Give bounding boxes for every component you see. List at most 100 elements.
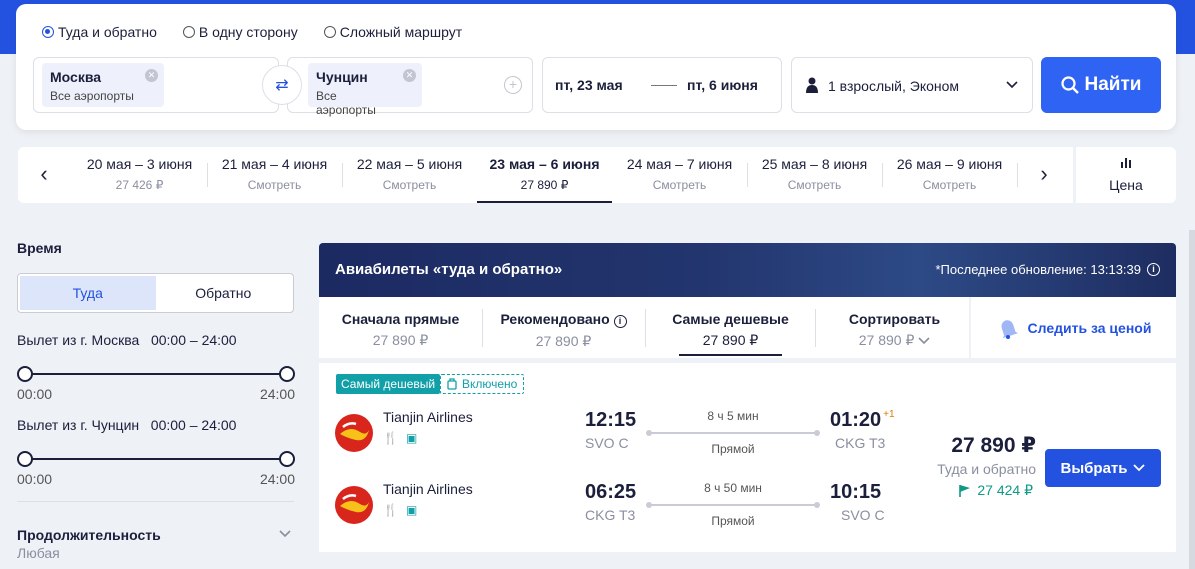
- ticket-card: Самый дешевый Включено Tianjin Airlines …: [319, 363, 1176, 552]
- entertainment-icon: ▣: [405, 431, 418, 445]
- slider-handle-min[interactable]: [17, 451, 33, 467]
- radio-dot: [182, 26, 195, 38]
- last-update: *Последнее обновление: 13:13:39 i: [935, 262, 1160, 277]
- slider-min-label: 00:00: [17, 471, 53, 487]
- clear-origin-icon[interactable]: ✕: [145, 69, 158, 82]
- departure-moscow-label: Вылет из г. Москва 00:00 – 24:00: [17, 332, 237, 348]
- date-option[interactable]: 20 мая – 3 июня 27 426 ₽: [72, 147, 207, 203]
- slider-min-label: 00:00: [17, 386, 53, 402]
- date-option[interactable]: 26 мая – 9 июня Смотреть: [882, 147, 1017, 203]
- next-dates-chevron-icon[interactable]: ›: [1032, 161, 1056, 187]
- duration-filter-title[interactable]: Продолжительность: [17, 527, 161, 543]
- swap-cities-button[interactable]: ⇄: [262, 65, 302, 105]
- departure-chongqing-label: Вылет из г. Чунцин 00:00 – 24:00: [17, 417, 237, 433]
- passengers-value: 1 взрослый, Эконом: [828, 78, 960, 94]
- direction-toggle: Туда Обратно: [17, 273, 294, 313]
- scrollbar[interactable]: [1189, 230, 1195, 569]
- sort-cheapest[interactable]: Самые дешевые 27 890 ₽: [649, 297, 812, 358]
- add-city-icon[interactable]: +: [504, 76, 522, 94]
- segment-return: Tianjin Airlines 🍴 ▣ 06:25 CKG T3 8 ч 50 …: [319, 481, 919, 541]
- arrival-time: 10:15: [830, 481, 882, 503]
- cheapest-badge: Самый дешевый: [336, 374, 441, 394]
- bar-chart-icon: [1121, 158, 1131, 168]
- passengers-field[interactable]: 1 взрослый, Эконом: [791, 57, 1033, 113]
- tab-outbound[interactable]: Туда: [20, 276, 156, 310]
- baggage-icon: [447, 378, 457, 390]
- stops-label: Прямой: [711, 442, 755, 456]
- find-button[interactable]: Найти: [1041, 57, 1161, 113]
- destination-chip[interactable]: Чунцин Все аэропорты ✕: [308, 63, 422, 117]
- price-chart-button[interactable]: Цена: [1076, 147, 1176, 203]
- chevron-down-icon[interactable]: [279, 530, 291, 538]
- filters-panel: Время Туда Обратно Вылет из г. Москва 00…: [17, 240, 297, 561]
- slider-max-label: 24:00: [259, 386, 295, 402]
- entertainment-icon: ▣: [405, 503, 418, 517]
- origin-field[interactable]: Москва Все аэропорты ✕: [33, 57, 279, 113]
- meal-icon: 🍴: [383, 503, 398, 517]
- dates-field[interactable]: пт, 23 мая пт, 6 июня: [542, 57, 782, 113]
- slider-max-label: 24:00: [259, 471, 295, 487]
- radio-round-trip[interactable]: Туда и обратно: [42, 24, 157, 40]
- date-option-selected[interactable]: 23 мая – 6 июня 27 890 ₽: [477, 147, 612, 203]
- destination-field[interactable]: Чунцин Все аэропорты ✕ +: [287, 57, 533, 117]
- alt-price[interactable]: 27 424 ₽: [959, 482, 1033, 499]
- departure-time: 12:15: [585, 409, 637, 431]
- chevron-down-icon: [1133, 464, 1146, 472]
- tianjin-airlines-logo-icon: [335, 486, 373, 524]
- radio-one-way[interactable]: В одну сторону: [182, 24, 298, 40]
- tab-return[interactable]: Обратно: [156, 276, 292, 310]
- departure-airport: SVO C: [585, 435, 629, 451]
- slider-handle-min[interactable]: [17, 366, 33, 382]
- search-icon: [1060, 76, 1079, 94]
- price-type: Туда и обратно: [937, 461, 1036, 477]
- chevron-down-icon: [1006, 81, 1018, 89]
- date-option[interactable]: 25 мая – 8 июня Смотреть: [747, 147, 882, 203]
- clear-destination-icon[interactable]: ✕: [403, 69, 416, 82]
- chevron-down-icon: [918, 337, 930, 345]
- info-icon[interactable]: i: [1147, 263, 1160, 276]
- date-strip: ‹ 20 мая – 3 июня 27 426 ₽ 21 мая – 4 июн…: [18, 147, 1073, 203]
- slider-handle-max[interactable]: [279, 451, 295, 467]
- results-title: Авиабилеты «туда и обратно»: [335, 261, 563, 278]
- segment-outbound: Tianjin Airlines 🍴 ▣ 12:15 SVO C 8 ч 5 ми…: [319, 409, 919, 469]
- destination-city: Чунцин: [316, 69, 368, 85]
- origin-chip[interactable]: Москва Все аэропорты ✕: [42, 63, 164, 107]
- radio-dot: [323, 26, 336, 38]
- airline-name: Tianjin Airlines: [383, 409, 473, 425]
- slider-handle-max[interactable]: [279, 366, 295, 382]
- duration-filter-value: Любая: [17, 545, 60, 561]
- flight-duration: 8 ч 50 мин: [704, 481, 762, 495]
- follow-price-button[interactable]: Следить за ценой: [971, 297, 1176, 358]
- choose-button[interactable]: Выбрать: [1045, 449, 1161, 487]
- prev-dates-chevron-icon[interactable]: ‹: [32, 161, 56, 187]
- arrival-airport: SVO C: [841, 507, 885, 523]
- included-badge[interactable]: Включено: [440, 374, 525, 394]
- route-line: [646, 502, 820, 508]
- sort-recommended[interactable]: Рекомендовано i 27 890 ₽: [482, 297, 645, 358]
- date-option[interactable]: 24 мая – 7 июня Смотреть: [612, 147, 747, 203]
- tianjin-airlines-logo-icon: [335, 414, 373, 452]
- date-option[interactable]: 21 мая – 4 июня Смотреть: [207, 147, 342, 203]
- amenity-icons: 🍴 ▣: [383, 503, 417, 517]
- bell-icon: [1001, 319, 1018, 339]
- swap-icon: ⇄: [275, 77, 289, 94]
- search-panel: Туда и обратно В одну сторону Сложный ма…: [16, 4, 1176, 130]
- origin-sub: Все аэропорты: [50, 89, 134, 103]
- date-divider: [1017, 163, 1018, 187]
- sort-direct-first[interactable]: Сначала прямые 27 890 ₽: [319, 297, 482, 358]
- arrival-airport: CKG T3: [835, 435, 886, 451]
- amenity-icons: 🍴 ▣: [383, 431, 417, 445]
- next-day-marker: +1: [883, 409, 895, 420]
- flag-icon: [959, 485, 971, 497]
- destination-sub: Все аэропорты: [316, 89, 376, 117]
- date-dash: [651, 85, 677, 86]
- info-icon[interactable]: i: [613, 315, 627, 328]
- sort-bar: Сначала прямые 27 890 ₽ Рекомендовано i 27…: [319, 297, 969, 358]
- stops-label: Прямой: [711, 514, 755, 528]
- person-icon: [806, 77, 818, 93]
- time-filter-title: Время: [17, 240, 62, 256]
- sort-dropdown[interactable]: Сортировать 27 890 ₽: [813, 297, 976, 358]
- radio-multi-city[interactable]: Сложный маршрут: [323, 24, 462, 40]
- sort-divider: [645, 309, 646, 347]
- date-option[interactable]: 22 мая – 5 июня Смотреть: [342, 147, 477, 203]
